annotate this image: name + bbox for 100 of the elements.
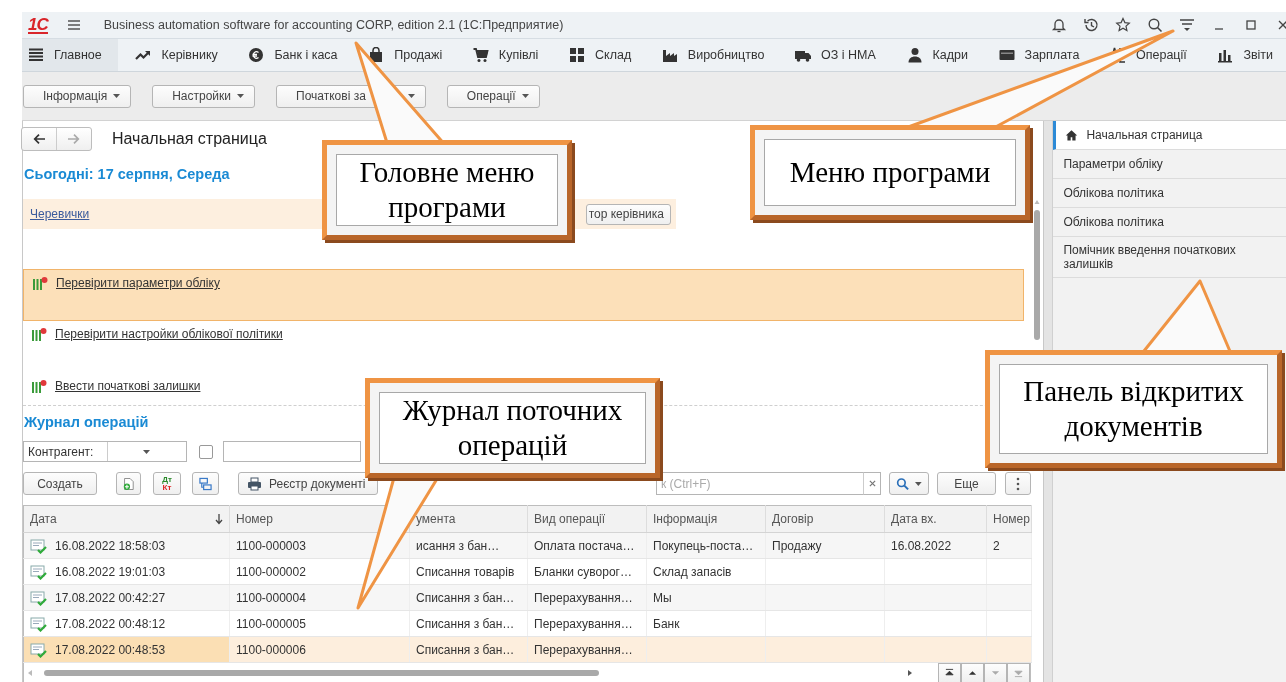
column-header[interactable]: Договір xyxy=(765,505,885,533)
document-check-icon xyxy=(30,615,47,632)
cart-icon xyxy=(472,47,489,63)
callout: Головне меню програми xyxy=(322,140,572,240)
caret-icon xyxy=(113,94,121,98)
column-header[interactable]: умента xyxy=(409,505,528,533)
search-button[interactable] xyxy=(889,472,929,495)
column-header[interactable]: Дата xyxy=(30,512,57,526)
task-icon xyxy=(31,327,47,343)
section-tab[interactable]: Керівнику xyxy=(129,39,231,71)
table-cell: Продажу xyxy=(765,532,885,559)
callout: Журнал поточних операцій xyxy=(365,378,660,478)
table-cell: Мы xyxy=(646,584,766,611)
more-button[interactable]: Еще xyxy=(937,472,996,495)
open-document-tab[interactable]: Параметри обліку xyxy=(1053,150,1286,179)
clear-icon xyxy=(868,480,876,487)
bell-icon[interactable] xyxy=(1051,17,1067,33)
table-cell: Покупець-поста… xyxy=(646,532,766,559)
structure-button[interactable] xyxy=(192,472,219,495)
today-heading: Сьогодні: 17 серпня, Середа xyxy=(24,166,230,184)
maximize-icon[interactable] xyxy=(1243,17,1259,33)
counterparty-dropdown[interactable]: Контрагент: xyxy=(23,441,187,462)
section-tab[interactable]: Склад xyxy=(563,39,645,71)
section-tab[interactable]: ОЗ і НМА xyxy=(789,39,889,71)
table-cell: Склад запасів xyxy=(646,558,766,585)
structure-icon xyxy=(199,476,212,491)
table-row[interactable]: 17.08.2022 00:48:53 1100-000006 Списання з бан… Перерахування… xyxy=(23,636,1032,663)
command-dropdown[interactable]: Операції xyxy=(446,84,540,108)
coin-icon xyxy=(248,47,265,63)
history-icon[interactable] xyxy=(1083,17,1099,33)
column-header[interactable]: Інформація xyxy=(646,505,766,533)
menu-icon[interactable] xyxy=(65,17,82,33)
table-cell: Оплата постача… xyxy=(527,532,647,559)
task-icon xyxy=(32,276,48,292)
open-document-tab[interactable]: Облікова політика xyxy=(1053,208,1286,237)
previous-page-button[interactable] xyxy=(961,663,984,682)
section-tab[interactable]: Кадри xyxy=(900,39,981,71)
table-cell: 17.08.2022 00:48:53 xyxy=(55,642,166,657)
add-document-button[interactable] xyxy=(116,472,141,495)
sort-down-icon[interactable] xyxy=(215,513,223,525)
more-options-button[interactable] xyxy=(1005,472,1031,495)
notice-link[interactable]: Черевички xyxy=(30,207,90,221)
notice-button[interactable]: тор керівника xyxy=(585,203,671,225)
table-cell: Перерахування… xyxy=(527,636,647,663)
column-header[interactable]: Номер xyxy=(986,505,1032,533)
list-icon xyxy=(28,47,44,63)
open-document-tab[interactable]: Облікова політика xyxy=(1053,179,1286,208)
grid-icon xyxy=(569,47,585,63)
card-icon xyxy=(998,47,1015,63)
column-header[interactable]: Вид операції xyxy=(527,505,647,533)
section-tab[interactable]: Виробництво xyxy=(655,39,778,71)
document-check-icon xyxy=(30,589,47,606)
table-cell: 17.08.2022 00:42:27 xyxy=(55,590,166,605)
open-document-tab[interactable]: Помічник введення початкових залишків xyxy=(1053,237,1286,278)
table-row[interactable]: 17.08.2022 00:42:27 1100-000004 Списання з бан… Перерахування… Мы xyxy=(23,584,1032,611)
table-cell: Списання з бан… xyxy=(409,610,528,637)
caret-icon xyxy=(521,94,529,98)
filter-checkbox[interactable] xyxy=(199,444,213,459)
table-row[interactable]: 16.08.2022 18:58:03 1100-000003 исання з бан… Оплата постача… Покупець-поста… Продажу 16.08.2022 2 xyxy=(23,532,1032,559)
caret-icon xyxy=(143,449,151,454)
person-icon xyxy=(906,47,923,63)
section-tab[interactable]: Банк і каса xyxy=(242,39,351,71)
table-cell: 16.08.2022 xyxy=(884,532,987,559)
open-document-tab[interactable]: Начальная страница xyxy=(1053,121,1286,150)
callout: Меню програми xyxy=(750,125,1030,220)
section-tab[interactable]: Главное xyxy=(22,39,118,71)
debit-credit-button[interactable]: Дт Кт xyxy=(153,472,181,495)
table-row[interactable]: 17.08.2022 00:48:12 1100-000005 Списання з бан… Перерахування… Банк xyxy=(23,610,1032,637)
task-link[interactable]: Перевірити параметри обліку xyxy=(56,276,220,290)
counterparty-field[interactable] xyxy=(223,441,361,462)
back-arrow-icon xyxy=(32,133,46,145)
caret-icon xyxy=(237,94,244,98)
create-button[interactable]: Создать xyxy=(23,472,97,495)
table-cell: 16.08.2022 18:58:03 xyxy=(55,538,166,553)
table-cell: Перерахування… xyxy=(527,584,647,611)
caret-icon xyxy=(407,94,415,98)
section-tab[interactable]: Звіти xyxy=(1211,39,1286,71)
star-icon[interactable] xyxy=(1115,17,1131,33)
logo: 1С xyxy=(28,16,48,34)
search-field[interactable]: к (Ctrl+F) xyxy=(656,472,864,495)
page-title: Начальная страница xyxy=(112,130,268,148)
register-button[interactable]: Реєстр документі xyxy=(238,472,378,495)
section-tab[interactable]: Купівлі xyxy=(466,39,552,71)
document-check-icon xyxy=(30,537,47,554)
last-page-button[interactable] xyxy=(1007,663,1030,682)
menu-icon[interactable] xyxy=(1179,17,1195,33)
more-options-icon xyxy=(1016,476,1020,491)
caret-icon xyxy=(915,481,922,486)
first-page-button[interactable] xyxy=(938,663,961,682)
command-dropdown[interactable]: Інформація xyxy=(23,84,132,108)
window-title: Business automation software for accounting CORP, edition 2.1 (1С:Предприятие) xyxy=(103,18,564,32)
search-icon[interactable] xyxy=(1147,17,1163,33)
section-tab[interactable]: Зарплата xyxy=(992,39,1093,71)
task-panel[interactable]: Перевірити параметри обліку xyxy=(23,269,1025,321)
command-dropdown[interactable]: Настройки xyxy=(152,84,255,108)
last-page-icon xyxy=(1014,668,1023,678)
task-link[interactable]: Ввести початкові залишки xyxy=(55,379,201,393)
task-link[interactable]: Перевірити настройки облікової політики xyxy=(55,327,283,341)
table-cell: Списання з бан… xyxy=(409,636,528,663)
column-header[interactable]: Дата вх. xyxy=(884,505,987,533)
